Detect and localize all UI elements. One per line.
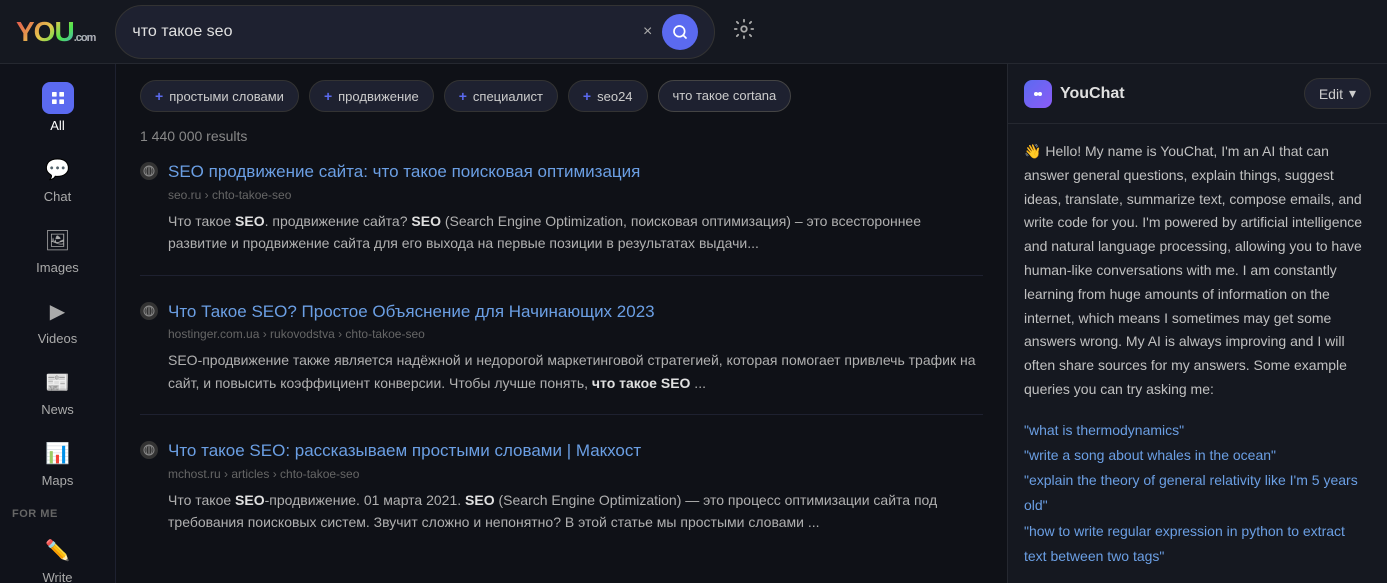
chat-icon: 💬: [42, 153, 74, 185]
chip-label-2: специалист: [473, 89, 543, 104]
main-layout: All 💬 Chat 🖼 Images ▶ Videos 📰 News 📊 Ma…: [0, 64, 1387, 583]
logo-com: .com: [74, 32, 96, 44]
sidebar-item-all[interactable]: All: [0, 72, 115, 143]
sidebar-item-videos[interactable]: ▶ Videos: [0, 285, 115, 356]
youchat-body: 👋 Hello! My name is YouChat, I'm an AI t…: [1008, 124, 1387, 583]
settings-icon: [733, 18, 755, 40]
sidebar-item-chat[interactable]: 💬 Chat: [0, 143, 115, 214]
sidebar-maps-label: Maps: [42, 473, 74, 488]
chip-prostymi[interactable]: + простыми словами: [140, 80, 299, 112]
snippet-text: ...: [690, 375, 706, 391]
result-url-0: seo.ru › chto-takoe-seo: [168, 188, 983, 202]
plus-icon-3: +: [583, 88, 591, 104]
youchat-query-3[interactable]: "how to write regular expression in pyth…: [1024, 519, 1371, 569]
result-title-row: SEO продвижение сайта: что такое поисков…: [140, 160, 983, 184]
plus-icon-2: +: [459, 88, 467, 104]
chevron-down-icon: ▾: [1349, 85, 1356, 102]
youchat-intro-content: Hello! My name is YouChat, I'm an AI tha…: [1024, 143, 1362, 397]
sidebar-item-write[interactable]: ✏️ Write: [0, 524, 115, 583]
sidebar-images-label: Images: [36, 260, 79, 275]
sidebar-all-label: All: [50, 118, 64, 133]
result-favicon-2: [140, 441, 158, 459]
search-button[interactable]: [662, 14, 698, 50]
youchat-query-1[interactable]: "write a song about whales in the ocean": [1024, 443, 1371, 468]
result-link-2[interactable]: Что такое SEO: рассказываем простыми сло…: [168, 439, 641, 463]
all-icon: [42, 82, 74, 114]
youchat-query-2[interactable]: "explain the theory of general relativit…: [1024, 468, 1371, 518]
result-url-1: hostinger.com.ua › rukovodstva › chto-ta…: [168, 327, 983, 341]
result-url-2: mchost.ru › articles › chto-takoe-seo: [168, 467, 983, 481]
snippet-text: . продвижение сайта?: [265, 213, 412, 229]
youchat-title: YouChat: [1024, 80, 1125, 108]
forme-section-label: For Me: [0, 498, 115, 524]
logo: YOU.com: [16, 16, 95, 48]
snippet-bold: что такое SEO: [592, 375, 691, 391]
result-snippet-0: Что такое SEO. продвижение сайта? SEO (S…: [168, 210, 983, 255]
chip-seo24[interactable]: + seo24: [568, 80, 648, 112]
edit-label: Edit: [1319, 86, 1343, 102]
result-link-1[interactable]: Что Такое SEO? Простое Объяснение для На…: [168, 300, 655, 324]
chip-cortana[interactable]: что такое cortana: [658, 80, 792, 112]
snippet-text: -продвижение. 01 марта 2021.: [265, 492, 465, 508]
sidebar-write-label: Write: [42, 570, 72, 583]
sidebar-item-news[interactable]: 📰 News: [0, 356, 115, 427]
sidebar-videos-label: Videos: [38, 331, 78, 346]
search-input[interactable]: [132, 23, 633, 41]
result-title-row: Что Такое SEO? Простое Объяснение для На…: [140, 300, 983, 324]
result-item: Что Такое SEO? Простое Объяснение для На…: [140, 300, 983, 416]
snippet-bold: SEO: [235, 213, 265, 229]
chip-label-3: seo24: [597, 89, 632, 104]
settings-button[interactable]: [727, 12, 761, 52]
snippet-bold: SEO: [465, 492, 495, 508]
youchat-panel: YouChat Edit ▾ 👋 Hello! My name is YouCh…: [1007, 64, 1387, 583]
content-area: + простыми словами + продвижение + специ…: [116, 64, 1387, 583]
sidebar: All 💬 Chat 🖼 Images ▶ Videos 📰 News 📊 Ma…: [0, 64, 116, 583]
sidebar-item-images[interactable]: 🖼 Images: [0, 214, 115, 285]
filter-chips: + простыми словами + продвижение + специ…: [140, 80, 983, 112]
header: YOU.com ×: [0, 0, 1387, 64]
chip-label-0: простыми словами: [169, 89, 284, 104]
plus-icon-1: +: [324, 88, 332, 104]
maps-icon: 📊: [42, 437, 74, 469]
sidebar-item-maps[interactable]: 📊 Maps: [0, 427, 115, 498]
result-favicon-1: [140, 302, 158, 320]
chip-spetsialist[interactable]: + специалист: [444, 80, 558, 112]
sidebar-chat-label: Chat: [44, 189, 71, 204]
result-item: SEO продвижение сайта: что такое поисков…: [140, 160, 983, 276]
result-snippet-2: Что такое SEO-продвижение. 01 марта 2021…: [168, 489, 983, 534]
result-snippet-1: SEO-продвижение также является надёжной …: [168, 349, 983, 394]
search-results-section: + простыми словами + продвижение + специ…: [116, 64, 1007, 583]
search-icon: [672, 24, 688, 40]
result-title-row: Что такое SEO: рассказываем простыми сло…: [140, 439, 983, 463]
images-icon: 🖼: [42, 224, 74, 256]
youchat-title-text: YouChat: [1060, 85, 1125, 103]
youchat-intro-text: 👋 Hello! My name is YouChat, I'm an AI t…: [1024, 140, 1371, 402]
youchat-header: YouChat Edit ▾: [1008, 64, 1387, 124]
wave-emoji: 👋: [1024, 143, 1045, 159]
result-item: Что такое SEO: рассказываем простыми сло…: [140, 439, 983, 554]
result-favicon-0: [140, 162, 158, 180]
search-bar: ×: [115, 5, 715, 59]
youchat-logo-icon: [1024, 80, 1052, 108]
snippet-text: SEO-продвижение также является надёжной …: [168, 352, 976, 390]
result-link-0[interactable]: SEO продвижение сайта: что такое поисков…: [168, 160, 640, 184]
videos-icon: ▶: [42, 295, 74, 327]
snippet-text: Что такое: [168, 213, 235, 229]
results-count: 1 440 000 results: [140, 128, 983, 144]
edit-button[interactable]: Edit ▾: [1304, 78, 1371, 109]
chip-label-1: продвижение: [338, 89, 419, 104]
chip-prodvizhenie[interactable]: + продвижение: [309, 80, 434, 112]
clear-button[interactable]: ×: [643, 23, 652, 41]
chip-label-4: что такое cortana: [673, 88, 777, 103]
sidebar-news-label: News: [41, 402, 74, 417]
snippet-bold: SEO: [235, 492, 265, 508]
snippet-bold: SEO: [411, 213, 441, 229]
news-icon: 📰: [42, 366, 74, 398]
youchat-query-0[interactable]: "what is thermodynamics": [1024, 418, 1371, 443]
plus-icon-0: +: [155, 88, 163, 104]
write-icon: ✏️: [42, 534, 74, 566]
snippet-text: Что такое: [168, 492, 235, 508]
